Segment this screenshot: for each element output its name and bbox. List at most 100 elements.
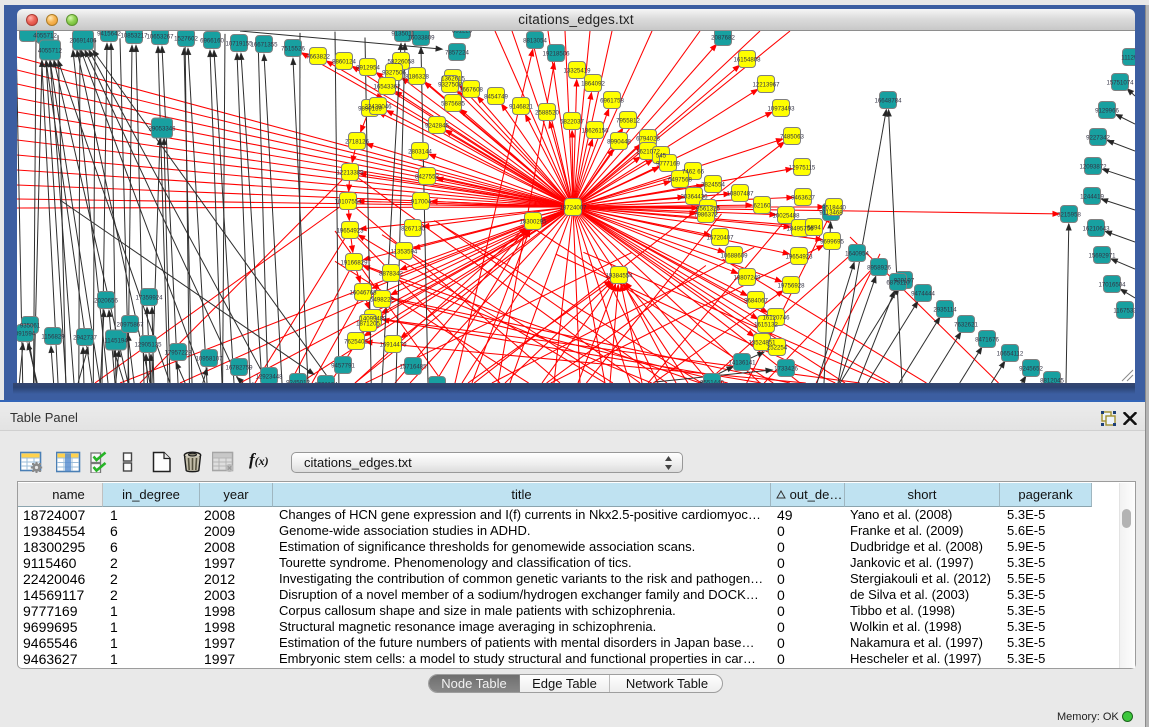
svg-text:20364436: 20364436 <box>680 194 708 201</box>
svg-text:9699695: 9699695 <box>820 239 844 246</box>
svg-text:8267130: 8267130 <box>401 226 425 233</box>
svg-text:6875110: 6875110 <box>886 280 910 287</box>
svg-text:9463627: 9463627 <box>791 195 815 202</box>
svg-text:8813054: 8813054 <box>523 38 547 45</box>
svg-text:5498222: 5498222 <box>370 297 394 304</box>
svg-text:1871205: 1871205 <box>356 321 380 328</box>
svg-text:12093872: 12093872 <box>1079 164 1107 171</box>
svg-text:2087682: 2087682 <box>711 35 735 42</box>
svg-text:16154808: 16154808 <box>733 57 761 64</box>
svg-text:2667608: 2667608 <box>459 87 483 94</box>
svg-text:16648784: 16648784 <box>874 98 902 105</box>
svg-text:1615132: 1615132 <box>754 322 778 329</box>
svg-text:19654923: 19654923 <box>785 254 813 261</box>
svg-text:18300295: 18300295 <box>519 219 547 226</box>
svg-text:9146821: 9146821 <box>509 104 533 111</box>
svg-text:1527602: 1527602 <box>174 36 198 43</box>
svg-text:8990448: 8990448 <box>607 139 631 146</box>
svg-text:4055712: 4055712 <box>38 48 62 55</box>
svg-text:7515526: 7515526 <box>281 46 305 53</box>
svg-text:16671355: 16671355 <box>250 42 278 49</box>
svg-text:19384554: 19384554 <box>605 273 633 280</box>
svg-text:8878342: 8878342 <box>379 271 403 278</box>
svg-text:16046768: 16046768 <box>349 290 377 297</box>
svg-text:1640954: 1640954 <box>845 251 869 258</box>
svg-text:6961758: 6961758 <box>600 98 624 105</box>
svg-text:16914479: 16914479 <box>379 342 407 349</box>
svg-text:9457791: 9457791 <box>331 363 355 370</box>
svg-text:1733426: 1733426 <box>774 366 798 373</box>
svg-text:7485063: 7485063 <box>780 134 804 141</box>
svg-text:12975115: 12975115 <box>789 165 816 172</box>
svg-text:13325419: 13325419 <box>563 68 591 75</box>
svg-text:18724007: 18724007 <box>559 205 587 212</box>
svg-text:16782759: 16782759 <box>225 365 253 372</box>
svg-text:1156829: 1156829 <box>41 334 65 341</box>
svg-text:17957223: 17957223 <box>164 350 192 357</box>
svg-text:10653267: 10653267 <box>146 34 174 41</box>
svg-text:6497568: 6497568 <box>668 177 692 184</box>
svg-text:13626156: 13626156 <box>581 128 609 135</box>
svg-text:10807487: 10807487 <box>726 191 754 198</box>
svg-text:111295: 111295 <box>1121 55 1135 62</box>
svg-text:17359924: 17359924 <box>135 295 163 302</box>
svg-text:16210643: 16210643 <box>1082 226 1110 233</box>
svg-text:20691406: 20691406 <box>69 38 97 45</box>
svg-text:545: 545 <box>656 153 667 160</box>
svg-text:12905135: 12905135 <box>134 342 162 349</box>
svg-text:7955812: 7955812 <box>616 118 640 125</box>
svg-text:831225: 831225 <box>452 31 473 35</box>
svg-text:3215958: 3215958 <box>1057 212 1081 219</box>
svg-text:7663822: 7663822 <box>306 54 330 61</box>
svg-text:10654112: 10654112 <box>997 351 1024 358</box>
svg-text:8912954: 8912954 <box>356 65 380 72</box>
svg-text:935061: 935061 <box>20 323 41 330</box>
svg-text:6794028: 6794028 <box>636 136 660 143</box>
svg-text:9245652: 9245652 <box>1019 366 1043 373</box>
svg-text:15716485: 15716485 <box>399 364 427 371</box>
svg-text:9684067: 9684067 <box>744 298 768 305</box>
svg-text:9327506: 9327506 <box>382 70 406 77</box>
svg-text:19166829: 19166829 <box>340 260 368 267</box>
svg-text:9415642: 9415642 <box>97 31 121 38</box>
svg-text:12213389: 12213389 <box>336 170 364 177</box>
svg-text:1244419: 1244419 <box>1080 194 1104 201</box>
svg-text:9777169: 9777169 <box>656 161 680 168</box>
svg-text:8454749: 8454749 <box>484 94 508 101</box>
svg-text:20975867: 20975867 <box>116 322 144 329</box>
svg-text:9242845: 9242845 <box>425 123 449 130</box>
svg-text:1167533: 1167533 <box>1113 308 1135 315</box>
svg-text:6966160: 6966160 <box>200 38 224 45</box>
svg-text:10688609: 10688609 <box>720 253 748 260</box>
svg-text:1864092: 1864092 <box>581 81 605 88</box>
svg-text:5875685: 5875685 <box>441 101 465 108</box>
svg-text:2020656: 2020656 <box>94 298 118 305</box>
svg-text:12923448: 12923448 <box>255 374 283 381</box>
svg-text:10853217: 10853217 <box>120 33 148 40</box>
svg-text:7632621: 7632621 <box>954 322 978 329</box>
svg-text:15692971: 15692971 <box>1088 253 1116 260</box>
svg-text:10107554: 10107554 <box>334 199 362 206</box>
svg-text:16543362: 16543362 <box>373 84 401 91</box>
svg-text:16120746: 16120746 <box>762 315 790 322</box>
svg-text:2718126: 2718126 <box>345 139 369 146</box>
svg-text:19218506: 19218506 <box>542 51 570 58</box>
svg-text:2588520: 2588520 <box>535 110 559 117</box>
svg-text:10973493: 10973493 <box>767 106 795 113</box>
svg-text:15751074: 15751074 <box>1106 80 1134 87</box>
svg-text:3824554: 3824554 <box>701 182 725 189</box>
svg-text:1145194: 1145194 <box>104 338 128 345</box>
svg-text:9518440: 9518440 <box>822 205 846 212</box>
svg-text:8186328: 8186328 <box>405 74 429 81</box>
svg-text:15720407: 15720407 <box>706 235 734 242</box>
svg-text:4055712: 4055712 <box>33 33 57 40</box>
svg-text:19756928: 19756928 <box>777 283 805 290</box>
svg-text:7857224: 7857224 <box>445 50 469 57</box>
svg-text:9227342: 9227342 <box>1086 135 1110 142</box>
svg-text:10958107: 10958107 <box>195 356 223 363</box>
svg-text:11353594: 11353594 <box>391 249 418 256</box>
svg-text:9474444: 9474444 <box>911 291 935 298</box>
svg-text:8860124: 8860124 <box>332 59 356 66</box>
svg-text:58226058: 58226058 <box>387 59 415 66</box>
svg-text:2803144: 2803144 <box>408 149 432 156</box>
